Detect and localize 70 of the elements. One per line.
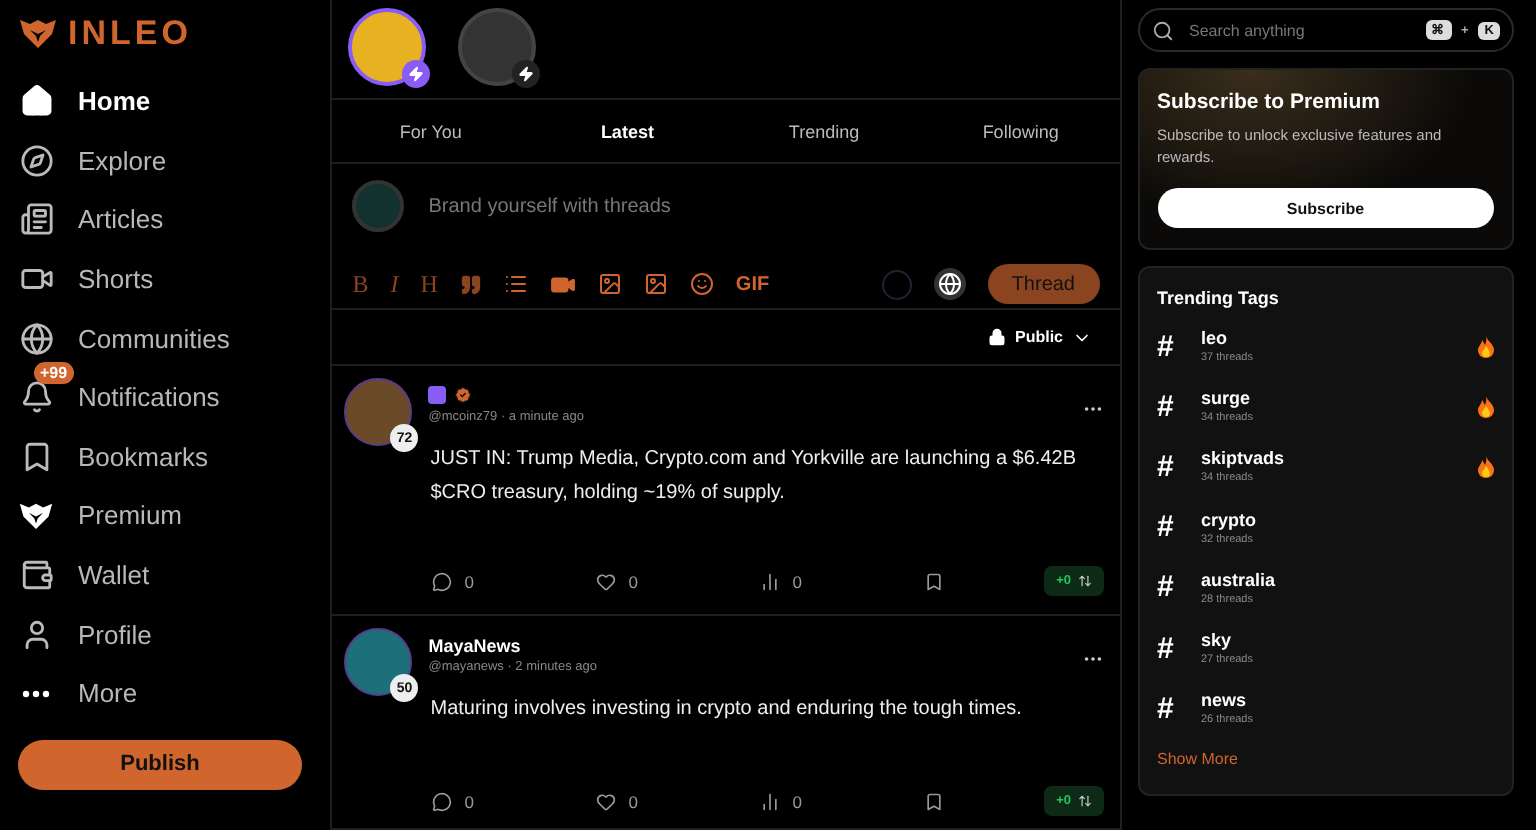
card-title: Trending Tags bbox=[1157, 288, 1281, 308]
nav-item[interactable]: More bbox=[18, 663, 313, 724]
comment-icon[interactable] bbox=[432, 571, 453, 591]
comment-count: 0 bbox=[464, 571, 474, 591]
nav-item[interactable]: Wallet bbox=[18, 545, 313, 605]
feed-tab[interactable]: Following bbox=[922, 100, 1119, 162]
comment-count: 0 bbox=[464, 791, 474, 811]
thread-input[interactable]: Brand yourself with threads bbox=[424, 193, 1099, 219]
image-icon[interactable] bbox=[597, 272, 622, 296]
gif-button[interactable]: GIF bbox=[735, 273, 770, 295]
publish-button[interactable]: Publish bbox=[18, 739, 302, 790]
view-count: 0 bbox=[792, 571, 802, 591]
lock-icon bbox=[988, 328, 1007, 346]
flame-icon bbox=[1478, 395, 1494, 418]
nav-item[interactable]: Explore bbox=[18, 131, 313, 191]
comment-icon[interactable] bbox=[432, 791, 453, 811]
subscribe-button[interactable]: Subscribe bbox=[1157, 188, 1494, 228]
globe-icon[interactable] bbox=[933, 268, 966, 300]
audience-dropdown[interactable]: Public bbox=[976, 325, 1103, 349]
emoji-icon[interactable] bbox=[689, 272, 714, 296]
more-icon bbox=[22, 689, 50, 698]
search-icon bbox=[1151, 19, 1173, 41]
wallet-icon bbox=[19, 558, 53, 593]
like-icon[interactable] bbox=[596, 571, 617, 591]
author-name[interactable]: MayaNews bbox=[428, 635, 521, 655]
flame-icon bbox=[1478, 335, 1494, 358]
nav-item[interactable]: Communities bbox=[18, 308, 313, 368]
compass-icon bbox=[19, 143, 53, 178]
up-down-arrows-icon bbox=[1077, 574, 1091, 588]
bookmark-icon[interactable] bbox=[924, 791, 945, 811]
nav-item[interactable]: Home bbox=[18, 72, 313, 132]
like-count: 0 bbox=[628, 791, 638, 811]
view-count: 0 bbox=[792, 791, 802, 811]
card-title: Subscribe to Premium bbox=[1157, 90, 1382, 114]
bookmark-icon[interactable] bbox=[924, 571, 945, 591]
post-text: JUST IN: Trump Media, Crypto.com and Yorkville are launching a $6.42B $CRO treasury, holding ~19% of supply. bbox=[428, 446, 1078, 508]
feed-tab[interactable]: Trending bbox=[725, 100, 923, 162]
nav-item[interactable]: Profile bbox=[18, 604, 313, 664]
like-icon[interactable] bbox=[596, 791, 617, 811]
post-text: Maturing involves investing in crypto and enduring the tough times. bbox=[428, 696, 1024, 724]
character-ring-icon bbox=[881, 269, 912, 299]
up-down-arrows-icon bbox=[1077, 794, 1091, 808]
story-avatar[interactable] bbox=[348, 8, 427, 86]
feed-tab[interactable]: For You bbox=[332, 100, 530, 162]
lightning-icon bbox=[512, 60, 541, 88]
show-more-link[interactable]: Show More bbox=[1157, 750, 1238, 769]
search-input[interactable]: Search anything bbox=[1185, 19, 1413, 41]
views-icon bbox=[760, 791, 781, 811]
logo-icon bbox=[18, 18, 58, 50]
nav-item[interactable]: +99 Notifications bbox=[18, 367, 313, 428]
newspaper-icon bbox=[19, 202, 53, 237]
flame-icon bbox=[1478, 455, 1494, 478]
globe-icon bbox=[19, 321, 53, 356]
feed-tab[interactable]: Latest bbox=[529, 100, 726, 162]
image-icon[interactable] bbox=[643, 272, 668, 296]
bell-icon bbox=[19, 380, 53, 415]
nav-item[interactable]: Shorts bbox=[18, 249, 313, 309]
brand-name: INLEO bbox=[68, 14, 192, 54]
user-avatar bbox=[352, 180, 405, 232]
video-icon[interactable] bbox=[549, 271, 576, 297]
lightning-icon bbox=[402, 60, 431, 88]
like-count: 0 bbox=[628, 571, 638, 591]
views-icon bbox=[760, 571, 781, 591]
home-icon bbox=[19, 84, 53, 119]
lion-head-icon bbox=[18, 501, 54, 531]
nav-item[interactable]: Premium bbox=[18, 486, 313, 546]
notification-count: +99 bbox=[34, 362, 74, 385]
nav-item[interactable]: Articles bbox=[18, 190, 313, 250]
nav-item[interactable]: Bookmarks bbox=[18, 427, 313, 487]
quote-icon[interactable] bbox=[459, 273, 482, 295]
